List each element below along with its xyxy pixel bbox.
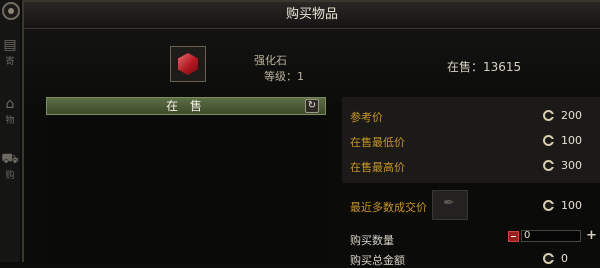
side-tab-storage[interactable]: ▤ 寄 xyxy=(0,36,20,70)
recent-price-chart-icon[interactable] xyxy=(432,190,468,220)
reference-price-value: 200 xyxy=(561,109,582,122)
decrease-quantity-button[interactable] xyxy=(508,231,519,242)
shop-icon: ⌂ xyxy=(5,96,15,112)
coin-icon xyxy=(543,200,554,211)
recent-price-value: 100 xyxy=(561,199,582,212)
total-amount-label: 购买总金额 xyxy=(350,254,405,267)
coin-icon xyxy=(543,110,554,121)
side-tab-items[interactable]: ⌂ 物 xyxy=(0,95,20,129)
coin-icon xyxy=(543,253,554,264)
quantity-label: 购买数量 xyxy=(350,234,394,247)
side-tab-buy[interactable]: ⛟ 购 xyxy=(0,150,20,184)
side-tab-label: 物 xyxy=(5,116,15,126)
side-tab-label: 寄 xyxy=(5,57,15,67)
item-slot[interactable] xyxy=(170,46,206,82)
coin-icon xyxy=(543,160,554,171)
lowest-price-value: 100 xyxy=(561,134,582,147)
side-tab-label: 购 xyxy=(5,171,15,181)
recent-price-label: 最近多数成交价 xyxy=(350,201,427,214)
total-amount-value: 0 xyxy=(561,252,568,265)
highest-price-label: 在售最高价 xyxy=(350,161,405,174)
item-name: 强化石 xyxy=(254,54,287,67)
cart-icon: ⛟ xyxy=(1,151,19,167)
quantity-input[interactable]: 0 xyxy=(521,230,581,242)
dialog-title: 购买物品 xyxy=(24,2,600,29)
buy-item-dialog: 购买物品 强化石 等级：1 在售：13615 在 售 ↻ 参考价 200 在售最… xyxy=(22,0,600,267)
lowest-price-label: 在售最低价 xyxy=(350,136,405,149)
chest-icon: ▤ xyxy=(3,37,17,53)
on-sale-list[interactable] xyxy=(46,116,326,264)
highest-price-value: 300 xyxy=(561,159,582,172)
on-sale-list-header[interactable]: 在 售 xyxy=(46,97,326,115)
corner-button[interactable] xyxy=(2,2,20,20)
coin-icon xyxy=(543,135,554,146)
increase-quantity-button[interactable]: + xyxy=(586,229,597,242)
item-level: 等级：1 xyxy=(264,70,304,83)
on-sale-count: 在售：13615 xyxy=(447,60,522,74)
refresh-icon[interactable]: ↻ xyxy=(305,99,319,113)
red-gem-icon xyxy=(178,53,198,75)
reference-price-label: 参考价 xyxy=(350,111,383,124)
